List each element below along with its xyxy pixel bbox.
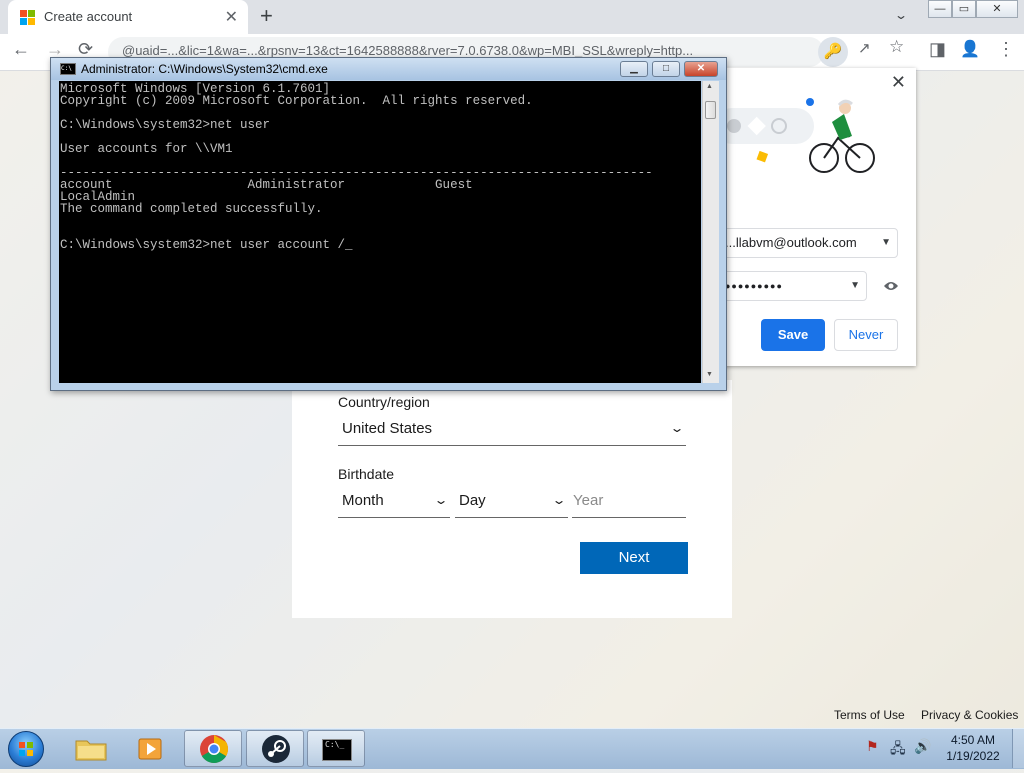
media-player-icon — [138, 738, 162, 760]
cmd-window[interactable]: C:\ Administrator: C:\Windows\System32\c… — [50, 57, 727, 391]
clock-time: 4:50 AM — [950, 733, 996, 747]
dropdown-arrow-icon: ▼ — [881, 237, 891, 248]
console-text: Microsoft Windows [Version 6.1.7601] Cop… — [60, 82, 653, 252]
username-value: ...llabvm@outlook.com — [725, 235, 857, 250]
chrome-menu-icon[interactable]: ⋮ — [997, 39, 1015, 60]
chrome-icon — [200, 735, 228, 763]
password-illustration — [714, 98, 875, 173]
tab-create-account[interactable]: Create account ✕ — [8, 0, 248, 34]
microsoft-logo-icon — [20, 10, 35, 25]
day-value: Day — [459, 492, 486, 509]
privacy-cookies-link[interactable]: Privacy & Cookies — [921, 708, 1018, 722]
side-panel-icon[interactable]: ◨ — [929, 39, 946, 60]
window-minimize-button[interactable]: — — [928, 0, 952, 18]
steam-icon — [262, 735, 290, 763]
cmd-title: Administrator: C:\Windows\System32\cmd.e… — [81, 62, 328, 76]
password-masked: ●●●●●●●●● — [725, 281, 783, 291]
folder-icon — [75, 740, 107, 761]
volume-icon[interactable]: 🔊 — [914, 738, 931, 755]
year-placeholder: Year — [573, 492, 604, 509]
system-clock[interactable]: 4:50 AM 1/19/2022 — [938, 732, 1008, 764]
eye-icon[interactable] — [883, 280, 899, 292]
month-value: Month — [342, 492, 384, 509]
back-arrow-icon[interactable]: ← — [12, 39, 30, 60]
share-icon[interactable]: ↗ — [858, 39, 871, 57]
save-password-popup: ✕ ...llabvm@outlook.com ▼ ●●●●●●●●● ▼ Sa… — [710, 68, 916, 366]
year-input[interactable]: Year — [572, 487, 686, 518]
tab-close-icon[interactable]: ✕ — [225, 7, 238, 27]
new-tab-button[interactable]: + — [260, 3, 273, 29]
window-maximize-button[interactable]: ▭ — [952, 0, 976, 18]
chevron-down-icon: ⌄ — [433, 493, 449, 507]
taskbar-explorer[interactable] — [62, 730, 120, 767]
network-icon[interactable]: 🖧 — [890, 738, 906, 762]
scroll-down-icon[interactable]: ▼ — [706, 371, 713, 378]
cmd-maximize-button[interactable]: □ — [652, 61, 680, 77]
taskbar-steam[interactable] — [246, 730, 304, 767]
cmd-minimize-button[interactable]: ▁ — [620, 61, 648, 77]
windows-logo-icon — [19, 742, 33, 756]
next-button[interactable]: Next — [580, 542, 688, 574]
chevron-down-icon: ⌄ — [669, 421, 685, 435]
taskbar-chrome[interactable] — [184, 730, 242, 767]
tab-title: Create account — [44, 9, 133, 24]
country-value: United States — [342, 420, 433, 437]
terms-of-use-link[interactable]: Terms of Use — [834, 708, 905, 722]
bookmark-star-icon[interactable]: ☆ — [889, 37, 904, 57]
username-field[interactable]: ...llabvm@outlook.com ▼ — [710, 228, 898, 258]
password-field[interactable]: ●●●●●●●●● ▼ — [710, 271, 867, 301]
taskbar-cmd[interactable]: C:\_ — [307, 730, 365, 767]
clock-date: 1/19/2022 — [946, 749, 1000, 763]
cmd-app-icon: C:\ — [60, 63, 76, 75]
browser-tabstrip: Create account ✕ + ⌄ — ▭ ✕ — [0, 0, 1024, 34]
dropdown-arrow-icon: ▼ — [850, 280, 860, 291]
month-select[interactable]: Month ⌄ — [338, 487, 450, 518]
console-output[interactable]: Microsoft Windows [Version 6.1.7601] Cop… — [59, 81, 701, 383]
cmd-close-button[interactable]: ✕ — [684, 61, 718, 77]
start-button[interactable] — [8, 731, 44, 767]
window-close-button[interactable]: ✕ — [976, 0, 1018, 18]
country-select[interactable]: United States ⌄ — [338, 415, 686, 446]
profile-avatar-icon[interactable]: 👤 — [960, 39, 980, 59]
never-button[interactable]: Never — [834, 319, 898, 351]
day-select[interactable]: Day ⌄ — [455, 487, 568, 518]
cmd-icon: C:\_ — [322, 739, 352, 761]
taskbar-media-player[interactable] — [122, 730, 180, 767]
scroll-thumb[interactable] — [705, 101, 716, 119]
password-key-icon[interactable]: 🔑 — [818, 37, 848, 67]
cmd-titlebar[interactable]: C:\ Administrator: C:\Windows\System32\c… — [51, 58, 726, 80]
show-desktop-button[interactable] — [1012, 729, 1024, 768]
chevron-down-icon: ⌄ — [551, 493, 567, 507]
url-text: @uaid=...&lic=1&wa=...&rpsnv=13&ct=16425… — [122, 43, 694, 58]
tab-search-icon[interactable]: ⌄ — [894, 8, 908, 22]
country-label: Country/region — [338, 394, 430, 410]
cmd-scrollbar[interactable]: ▲ ▼ — [702, 81, 719, 383]
save-password-button[interactable]: Save — [761, 319, 825, 351]
birthdate-label: Birthdate — [338, 466, 395, 482]
action-center-flag-icon[interactable]: ⚑ — [866, 738, 879, 755]
scroll-up-icon[interactable]: ▲ — [706, 83, 713, 90]
